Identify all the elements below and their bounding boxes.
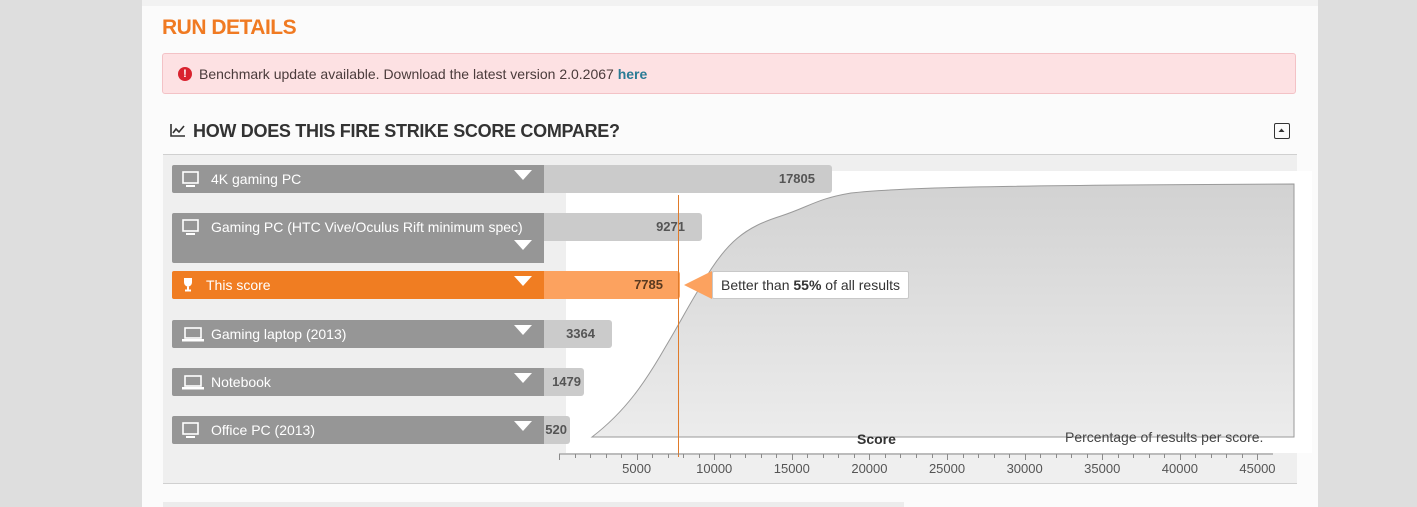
chevron-down-icon[interactable] bbox=[513, 238, 533, 256]
laptop-icon bbox=[181, 326, 205, 349]
percentile-callout: Better than 55% of all results bbox=[712, 271, 910, 299]
top-divider bbox=[142, 0, 1318, 6]
row-label: Office PC (2013) bbox=[211, 422, 316, 438]
section-header: HOW DOES THIS FIRE STRIKE SCORE COMPARE? bbox=[162, 120, 1296, 154]
next-section-edge bbox=[163, 502, 904, 507]
chevron-down-icon[interactable] bbox=[513, 274, 533, 292]
row-label: This score bbox=[206, 277, 271, 293]
desktop-icon bbox=[181, 422, 201, 445]
laptop-icon bbox=[181, 374, 205, 397]
x-axis-label: Score bbox=[857, 431, 896, 447]
x-axis: 5000 10000 15000 20000 25000 30000 35000 40000 4… bbox=[559, 453, 1276, 483]
alert-exclamation-icon: ! bbox=[178, 67, 192, 81]
page-title: RUN DETAILS bbox=[162, 16, 297, 39]
section-title: HOW DOES THIS FIRE STRIKE SCORE COMPARE? bbox=[193, 121, 620, 141]
row-label-box[interactable]: Gaming PC (HTC Vive/Oculus Rift minimum … bbox=[172, 213, 544, 263]
score-compare-panel: 4K gaming PC 17805 Gaming PC (HTC Vive/Ocu… bbox=[163, 154, 1312, 484]
chevron-down-icon[interactable] bbox=[513, 371, 533, 389]
x-tick-label: 5000 bbox=[622, 461, 652, 476]
this-score-marker-line bbox=[678, 195, 679, 457]
alert-message: Benchmark update available. Download the… bbox=[199, 66, 614, 82]
row-score: 1479 bbox=[552, 374, 581, 389]
x-tick-label: 45000 bbox=[1239, 461, 1276, 476]
x-tick-label: 15000 bbox=[773, 461, 810, 476]
row-score: 17805 bbox=[778, 171, 815, 186]
line-chart-icon bbox=[170, 124, 185, 137]
page-content: RUN DETAILS ! Benchmark update available… bbox=[142, 0, 1318, 507]
x-tick-label: 10000 bbox=[696, 461, 733, 476]
desktop-icon bbox=[181, 171, 201, 194]
collapse-button[interactable] bbox=[1274, 123, 1290, 139]
row-label-box[interactable]: Office PC (2013) bbox=[172, 416, 544, 444]
row-label-box[interactable]: This score bbox=[172, 271, 544, 299]
chevron-down-icon[interactable] bbox=[513, 168, 533, 186]
chart-note: Percentage of results per score. bbox=[1065, 429, 1264, 445]
download-link[interactable]: here bbox=[618, 66, 648, 82]
row-label: Notebook bbox=[211, 374, 271, 390]
callout-arrow bbox=[684, 271, 712, 299]
chevron-down-icon[interactable] bbox=[513, 419, 533, 437]
x-tick-label: 35000 bbox=[1084, 461, 1121, 476]
row-label: Gaming laptop (2013) bbox=[211, 326, 347, 342]
percentile-value: 55% bbox=[793, 277, 822, 293]
row-label-box[interactable]: Notebook bbox=[172, 368, 544, 396]
x-tick-label: 25000 bbox=[928, 461, 966, 476]
row-label: Gaming PC (HTC Vive/Oculus Rift minimum … bbox=[211, 219, 523, 235]
row-score: 7785 bbox=[634, 277, 663, 292]
update-alert: ! Benchmark update available. Download t… bbox=[162, 53, 1296, 94]
row-score: 9271 bbox=[656, 219, 685, 234]
x-tick-label: 40000 bbox=[1161, 461, 1198, 476]
row-label: 4K gaming PC bbox=[211, 171, 302, 187]
row-score: 3364 bbox=[566, 326, 595, 341]
row-score: 520 bbox=[545, 422, 567, 437]
row-label-box[interactable]: Gaming laptop (2013) bbox=[172, 320, 544, 348]
trophy-icon bbox=[181, 277, 195, 298]
row-label-box[interactable]: 4K gaming PC bbox=[172, 165, 544, 193]
x-tick-label: 20000 bbox=[851, 461, 888, 476]
x-tick-label: 30000 bbox=[1006, 461, 1043, 476]
collapse-up-icon bbox=[1278, 128, 1285, 132]
chevron-down-icon[interactable] bbox=[513, 323, 533, 341]
desktop-icon bbox=[181, 219, 201, 242]
